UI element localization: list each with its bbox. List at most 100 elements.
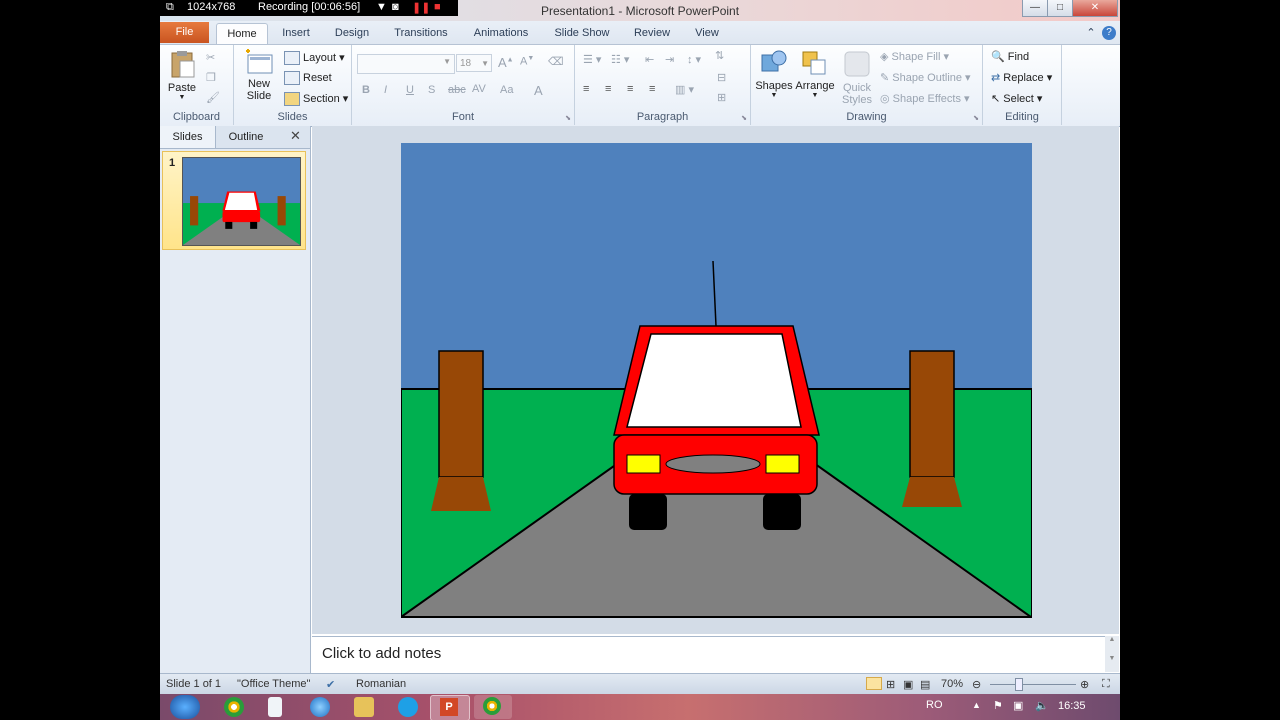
copy-icon[interactable]: ❐ (206, 71, 216, 84)
find-button[interactable]: 🔍 Find (991, 50, 1029, 63)
chrome-icon[interactable] (224, 697, 244, 717)
skype-icon[interactable] (398, 697, 418, 717)
paragraph-dialog-launcher-icon[interactable]: ⬊ (741, 114, 747, 122)
justify-icon[interactable]: ≡ (649, 83, 655, 95)
start-button[interactable] (170, 695, 200, 719)
font-name-dropdown-icon[interactable]: ▼ (443, 57, 451, 66)
network-icon[interactable]: ▣ (1013, 699, 1023, 712)
minimize-button[interactable]: — (1022, 0, 1048, 17)
car-left-headlight[interactable] (626, 454, 661, 474)
shapes-button[interactable]: Shapes ▼ (755, 49, 793, 99)
slide-thumbnail[interactable] (182, 157, 301, 246)
slideshow-view-icon[interactable]: ▤ (920, 678, 930, 691)
format-painter-icon[interactable]: 🖌 (206, 91, 220, 104)
shape-outline-button[interactable]: ✎ Shape Outline ▾ (880, 71, 971, 84)
fit-to-window-icon[interactable]: ⛶ (1102, 678, 1110, 691)
slide-sorter-icon[interactable]: ⊞ (886, 678, 895, 691)
clear-formatting-icon[interactable]: ⌫ (548, 55, 564, 68)
scroll-down-icon[interactable]: ▼ (1105, 655, 1119, 662)
tab-review[interactable]: Review (630, 25, 674, 44)
tab-outline[interactable]: Outline (216, 126, 276, 148)
zoom-slider-thumb[interactable] (1015, 678, 1023, 691)
decrease-indent-icon[interactable]: ⇤ (645, 53, 654, 66)
car-windshield[interactable] (626, 333, 802, 428)
file-explorer-icon[interactable] (354, 697, 374, 717)
language-indicator[interactable]: RO (926, 699, 943, 711)
tab-insert[interactable]: Insert (276, 25, 316, 44)
text-direction-icon[interactable]: ⇅ (715, 49, 724, 62)
align-left-icon[interactable]: ≡ (583, 83, 589, 95)
cut-icon[interactable]: ✂ (206, 51, 215, 64)
car-grille[interactable] (665, 454, 761, 474)
quick-styles-button[interactable]: Quick Styles (837, 49, 877, 106)
volume-icon[interactable]: 🔈 (1035, 699, 1049, 712)
underline-button[interactable]: U (406, 84, 414, 96)
align-right-icon[interactable]: ≡ (627, 83, 633, 95)
tab-home[interactable]: Home (216, 23, 268, 45)
slide-canvas[interactable] (397, 143, 1035, 619)
grow-font-icon[interactable]: A▲ (498, 55, 514, 70)
smartart-icon[interactable]: ⊞ (717, 91, 726, 104)
increase-indent-icon[interactable]: ⇥ (665, 53, 674, 66)
tab-slides[interactable]: Slides (160, 126, 216, 148)
line-spacing-icon[interactable]: ↕ ▾ (687, 53, 701, 66)
italic-button[interactable]: I (384, 84, 387, 96)
shrink-font-icon[interactable]: A▼ (520, 55, 534, 68)
zoom-slider-track[interactable] (990, 684, 1076, 685)
select-button[interactable]: ↖ Select ▾ (991, 92, 1042, 105)
maximize-button[interactable]: □ (1047, 0, 1073, 17)
zoom-level[interactable]: 70% (941, 678, 963, 690)
left-tree-base[interactable] (431, 477, 491, 511)
zoom-in-icon[interactable]: ⊕ (1080, 678, 1089, 691)
align-text-icon[interactable]: ⊟ (717, 71, 726, 84)
notes-scrollbar[interactable]: ▲ ▼ (1105, 636, 1119, 672)
language-status[interactable]: Romanian (356, 678, 406, 690)
numbering-icon[interactable]: ☷ ▾ (611, 53, 629, 66)
columns-icon[interactable]: ▥ ▾ (675, 83, 694, 96)
change-case-button[interactable]: Aa (500, 84, 513, 96)
shadow-button[interactable]: S (428, 84, 435, 96)
spellcheck-icon[interactable]: ✔ (326, 678, 335, 691)
paste-button[interactable]: Paste ▼ (166, 49, 198, 101)
font-dialog-launcher-icon[interactable]: ⬊ (565, 114, 571, 122)
chrome-taskbar-button[interactable] (474, 695, 512, 719)
right-tree-base[interactable] (902, 477, 962, 507)
car-right-wheel[interactable] (763, 494, 801, 530)
new-slide-button[interactable]: New Slide (238, 49, 280, 102)
tab-transitions[interactable]: Transitions (390, 25, 452, 44)
reset-button[interactable]: Reset (284, 71, 332, 85)
slide-thumbnail-item[interactable]: 1 (162, 151, 306, 250)
shape-fill-button[interactable]: ◈ Shape Fill ▾ (880, 50, 949, 63)
font-name-box[interactable]: ▼ (357, 54, 455, 74)
normal-view-icon[interactable] (866, 677, 882, 690)
layout-button[interactable]: Layout ▾ (284, 51, 345, 66)
drawing-dialog-launcher-icon[interactable]: ⬊ (973, 114, 979, 122)
powerpoint-taskbar-button[interactable]: P (430, 695, 470, 720)
strikethrough-button[interactable]: abc (448, 84, 466, 96)
notes-pane[interactable]: Click to add notes (312, 636, 1105, 673)
tab-view[interactable]: View (690, 25, 724, 44)
help-icon[interactable]: ? (1102, 26, 1116, 40)
replace-button[interactable]: ⇄ Replace ▾ (991, 71, 1052, 84)
tab-slide-show[interactable]: Slide Show (550, 25, 614, 44)
section-button[interactable]: Section ▾ (284, 92, 348, 107)
left-tree-trunk[interactable] (438, 350, 484, 478)
close-pane-icon[interactable]: ✕ (290, 128, 301, 144)
car-right-headlight[interactable] (765, 454, 800, 474)
arrange-button[interactable]: Arrange ▼ (794, 49, 836, 99)
bold-button[interactable]: B (362, 84, 370, 96)
minimize-ribbon-icon[interactable]: ⌃ (1084, 25, 1098, 44)
clock[interactable]: 16:35 (1058, 700, 1086, 712)
font-size-box[interactable]: 18 ▼ (456, 54, 492, 72)
action-center-icon[interactable]: ⚑ (993, 699, 1003, 712)
close-button[interactable]: ✕ (1072, 0, 1118, 17)
right-tree-trunk[interactable] (909, 350, 955, 478)
car-left-wheel[interactable] (629, 494, 667, 530)
scroll-up-icon[interactable]: ▲ (1105, 636, 1119, 643)
shape-effects-button[interactable]: ◎ Shape Effects ▾ (880, 92, 970, 105)
notepad-icon[interactable] (268, 697, 282, 717)
reading-view-icon[interactable]: ▣ (903, 678, 913, 691)
tab-design[interactable]: Design (330, 25, 374, 44)
zoom-out-icon[interactable]: ⊖ (972, 678, 981, 691)
align-center-icon[interactable]: ≡ (605, 83, 611, 95)
